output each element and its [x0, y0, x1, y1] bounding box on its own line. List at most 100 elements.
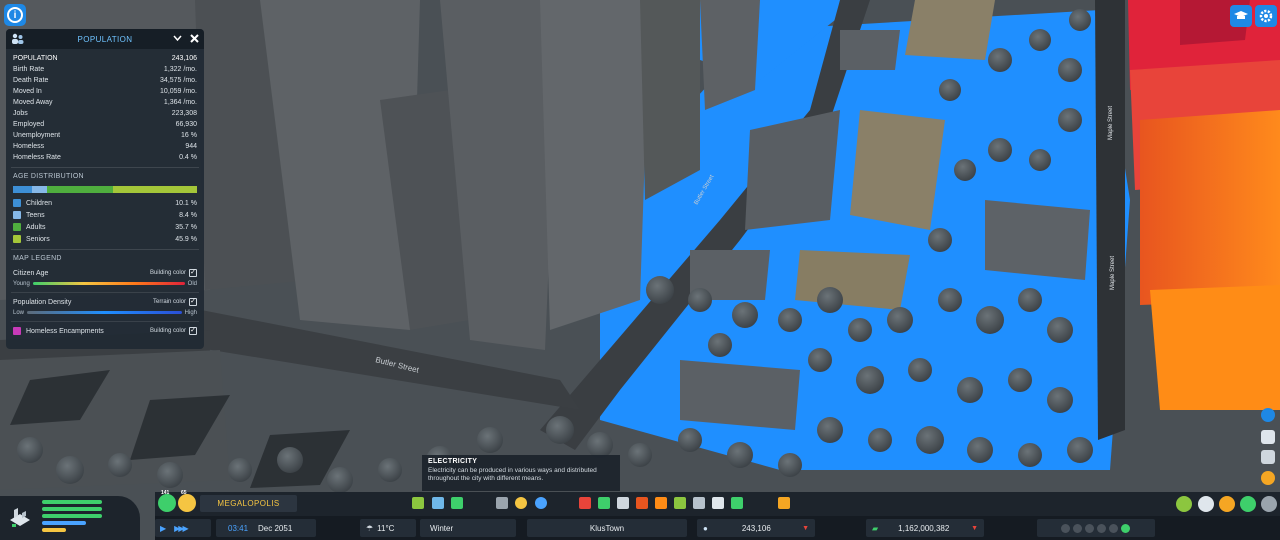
infoview-icon[interactable]: [1176, 496, 1192, 512]
map-icon[interactable]: [1198, 496, 1214, 512]
info-button[interactable]: i: [4, 4, 26, 26]
level-badge[interactable]: 65: [178, 490, 196, 512]
collapse-button[interactable]: [173, 35, 182, 44]
tooltip-title: ELECTRICITY: [428, 458, 478, 465]
economy-icon[interactable]: [1240, 496, 1256, 512]
population-stats: POPULATION 243,106 Birth Rate 1,322 /mo. D…: [6, 53, 204, 163]
happiness-bar: [42, 507, 102, 511]
age-segment-seniors: [112, 186, 197, 193]
health-bar: [42, 514, 102, 518]
gear-icon: [1259, 9, 1273, 23]
tutorial-button[interactable]: [1230, 5, 1252, 27]
xp-badge[interactable]: 141: [158, 490, 176, 512]
time-display: 03:41: [228, 523, 249, 533]
globe-icon[interactable]: [1261, 408, 1275, 422]
graduation-cap-icon: [1234, 11, 1248, 19]
info-icon: i: [7, 7, 23, 23]
notification-dot: [1097, 523, 1106, 533]
trend-down-icon: ▼: [971, 524, 978, 532]
play-button[interactable]: ▶: [160, 524, 166, 533]
population-density-checkbox[interactable]: ✓: [189, 298, 197, 306]
notifications[interactable]: [1037, 519, 1155, 537]
close-icon: [190, 33, 199, 43]
stat-row-homeless-rate: Homeless Rate 0.4 %: [13, 154, 197, 161]
statistics-icon[interactable]: [1219, 496, 1235, 512]
healthcare-tool-icon[interactable]: [579, 497, 591, 509]
age-row-adults: Adults 35.7 %: [6, 221, 204, 233]
money-display[interactable]: ▰ 1,162,000,382 ▼: [866, 519, 984, 537]
stat-row-death-rate: Death Rate 34,575 /mo.: [13, 77, 197, 84]
date-time: 03:41 Dec 2051: [216, 519, 316, 537]
divider: [11, 249, 199, 250]
date-display: Dec 2051: [258, 523, 293, 533]
education-tool-icon[interactable]: [617, 497, 629, 509]
age-distribution-list: Children 10.1 % Teens 8.4 % Adults 35.7 % S…: [6, 197, 204, 245]
temperature-display: 11°C: [377, 523, 395, 533]
homeless-encampments-checkbox[interactable]: ✓: [189, 327, 197, 335]
panel-header: POPULATION: [6, 29, 204, 49]
age-row-children: Children 10.1 %: [6, 197, 204, 209]
age-segment-children: [13, 186, 32, 193]
city-building-icon: [10, 508, 30, 527]
citizen-age-checkbox[interactable]: ✓: [189, 269, 197, 277]
stat-row-homeless: Homeless 944: [13, 143, 197, 150]
transport-tool-icon[interactable]: [674, 497, 686, 509]
documents-icon[interactable]: [1261, 450, 1275, 464]
citizens-icon[interactable]: [1261, 430, 1275, 444]
water-tool-icon[interactable]: [535, 497, 547, 509]
region-display[interactable]: KlusTown: [527, 519, 687, 537]
electricity-tool-icon[interactable]: [515, 497, 527, 509]
tooltip-body: Electricity can be produced in various w…: [428, 467, 597, 482]
legend-citizen-age: Citizen Age Building color ✓ Young Old: [13, 269, 197, 287]
communications-tool-icon[interactable]: [712, 497, 724, 509]
notification-dot: [1061, 523, 1070, 533]
person-icon: ●: [703, 523, 708, 533]
color-swatch: [13, 199, 21, 207]
photo-mode-icon[interactable]: [1261, 496, 1277, 512]
unique-buildings-tool-icon[interactable]: [778, 497, 790, 509]
attractiveness-bar: [42, 528, 66, 532]
weather[interactable]: ☂ 11°C: [360, 519, 416, 537]
divider: [11, 321, 199, 322]
color-swatch: [13, 235, 21, 243]
bulldozer-tool-icon[interactable]: [496, 497, 508, 509]
city-name[interactable]: MEGALOPOLIS: [200, 495, 297, 512]
color-swatch: [13, 223, 21, 231]
notification-dot: [1073, 523, 1082, 533]
notification-dot: [1109, 523, 1118, 533]
population-panel: POPULATION POPULATION 243,106 Birth Rate 1…: [6, 29, 204, 349]
trend-down-icon: ▼: [802, 524, 809, 532]
age-row-seniors: Seniors 45.9 %: [6, 233, 204, 245]
roads-tool-icon[interactable]: [412, 497, 424, 509]
settings-button[interactable]: [1255, 5, 1277, 27]
happy-face-icon: [1121, 523, 1130, 533]
parks-tool-icon[interactable]: [693, 497, 705, 509]
fast-forward-button[interactable]: ▶▶▶: [174, 524, 189, 533]
stat-row-population: POPULATION 243,106: [13, 55, 197, 62]
notification-dot: [1085, 523, 1094, 533]
citizen-age-gradient: [32, 282, 185, 285]
age-distribution-title: AGE DISTRIBUTION: [13, 173, 84, 180]
stat-row-employed: Employed 66,930: [13, 121, 197, 128]
legend-population-density: Population Density Terrain color ✓ Low Hi…: [13, 298, 197, 316]
age-segment-adults: [47, 186, 113, 193]
landscaping-tool-icon[interactable]: [731, 497, 743, 509]
fire-tool-icon[interactable]: [636, 497, 648, 509]
age-distribution-bar: [13, 186, 197, 193]
area-tool-icon[interactable]: [451, 497, 463, 509]
legend-homeless-encampments: Homeless Encampments Building color ✓: [6, 323, 204, 340]
education-bar: [42, 521, 86, 525]
close-button[interactable]: [190, 33, 199, 45]
zoning-tool-icon[interactable]: [432, 497, 444, 509]
electricity-tooltip: ELECTRICITY Electricity can be produced …: [422, 455, 620, 491]
divider: [11, 292, 199, 293]
events-icon[interactable]: [1261, 471, 1275, 485]
police-tool-icon[interactable]: [655, 497, 667, 509]
stat-row-unemployment: Unemployment 16 %: [13, 132, 197, 139]
city-overview[interactable]: [0, 496, 140, 540]
map-legend-title: MAP LEGEND: [13, 255, 62, 262]
stat-row-moved-away: Moved Away 1,364 /mo.: [13, 99, 197, 106]
garbage-tool-icon[interactable]: [598, 497, 610, 509]
color-swatch: [13, 327, 21, 335]
population-display[interactable]: ● 243,106 ▼: [697, 519, 815, 537]
